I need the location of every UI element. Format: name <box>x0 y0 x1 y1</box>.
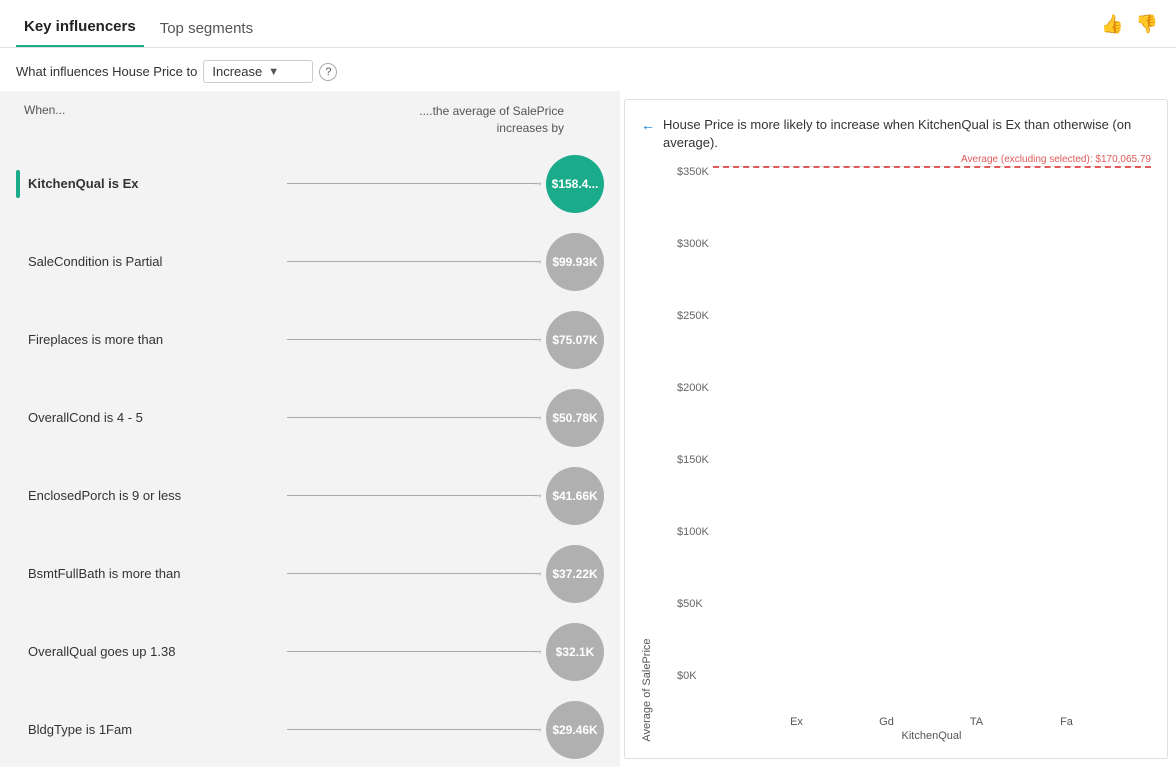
right-panel: ← House Price is more likely to increase… <box>624 99 1168 759</box>
influencer-item[interactable]: SaleCondition is Partial $99.93K <box>12 223 608 301</box>
influencer-bubble: $75.07K <box>546 311 604 369</box>
influence-dropdown[interactable]: Increase ▼ <box>203 60 313 83</box>
y-tick-label: $200K <box>677 382 709 394</box>
content-area: When... ....the average of SalePrice inc… <box>0 91 1176 767</box>
influencer-item[interactable]: OverallQual goes up 1.38 $32.1K <box>12 613 608 691</box>
item-line <box>287 495 538 496</box>
influencer-label: SaleCondition is Partial <box>28 254 279 269</box>
item-line <box>287 183 538 184</box>
active-indicator <box>16 170 20 198</box>
influencer-item[interactable]: BldgType is 1Fam $29.46K <box>12 691 608 767</box>
influencer-label: Fireplaces is more than <box>28 332 279 347</box>
influencer-bubble: $158.4... <box>546 155 604 213</box>
increases-label: ....the average of SalePrice increases b… <box>419 103 604 137</box>
question-prefix: What influences House Price to <box>16 64 197 79</box>
x-tick-label: Ex <box>767 716 827 728</box>
influencer-label: EnclosedPorch is 9 or less <box>28 488 279 503</box>
item-line <box>287 729 538 730</box>
x-tick-label: TA <box>947 716 1007 728</box>
influencer-bubble: $29.46K <box>546 701 604 759</box>
influencer-label: BsmtFullBath is more than <box>28 566 279 581</box>
x-axis-labels: Ex Gd TA Fa <box>712 712 1151 728</box>
item-line <box>287 339 538 340</box>
dropdown-value: Increase <box>212 64 262 79</box>
chart-area: Average (excluding selected): $170,065.7… <box>712 166 1151 167</box>
right-panel-header: ← House Price is more likely to increase… <box>641 116 1151 152</box>
influencer-bubble: $99.93K <box>546 233 604 291</box>
subtitle-row: What influences House Price to Increase … <box>0 48 1176 91</box>
item-line <box>287 573 538 574</box>
influencer-bubble: $50.78K <box>546 389 604 447</box>
item-line <box>287 417 538 418</box>
influencer-bubble: $37.22K <box>546 545 604 603</box>
influencer-bubble: $32.1K <box>546 623 604 681</box>
chart-container: Average of SalePrice $350K $300K $250K $200… <box>641 166 1151 742</box>
influencer-item[interactable]: OverallCond is 4 - 5 $50.78K <box>12 379 608 457</box>
main-container: Key influencers Top segments 👍 👎 What in… <box>0 0 1176 767</box>
influencer-list: KitchenQual is Ex $158.4... SaleConditio… <box>0 145 620 767</box>
thumbs-up-button[interactable]: 👍 <box>1099 12 1125 37</box>
influencer-bubble: $41.66K <box>546 467 604 525</box>
influencer-label: KitchenQual is Ex <box>28 176 279 191</box>
influencer-label: OverallQual goes up 1.38 <box>28 644 279 659</box>
influencer-item[interactable]: Fireplaces is more than $75.07K <box>12 301 608 379</box>
chevron-down-icon: ▼ <box>268 66 279 78</box>
average-line-label: Average (excluding selected): $170,065.7… <box>961 154 1151 165</box>
x-tick-label: Gd <box>857 716 917 728</box>
influencer-item[interactable]: BsmtFullBath is more than $37.22K <box>12 535 608 613</box>
y-tick-label: $150K <box>677 454 709 466</box>
y-tick-label: $250K <box>677 310 709 322</box>
y-tick-label: $300K <box>677 238 709 250</box>
when-label: When... <box>24 103 65 137</box>
influencer-label: BldgType is 1Fam <box>28 722 279 737</box>
influencer-item[interactable]: KitchenQual is Ex $158.4... <box>12 145 608 223</box>
item-line <box>287 261 538 262</box>
x-tick-label: Fa <box>1037 716 1097 728</box>
thumbs-down-button[interactable]: 👎 <box>1134 12 1160 37</box>
y-axis-label: Average of SalePrice <box>641 166 653 742</box>
y-tick-label: $0K <box>677 670 709 682</box>
left-header: When... ....the average of SalePrice inc… <box>0 91 620 145</box>
back-arrow[interactable]: ← <box>641 117 655 133</box>
item-line <box>287 651 538 652</box>
average-line: Average (excluding selected): $170,065.7… <box>713 166 1151 168</box>
tab-actions: 👍 👎 <box>1099 12 1160 37</box>
tab-key-influencers[interactable]: Key influencers <box>16 12 144 47</box>
influencer-item[interactable]: EnclosedPorch is 9 or less $41.66K <box>12 457 608 535</box>
left-panel: When... ....the average of SalePrice inc… <box>0 91 620 767</box>
x-axis-title: KitchenQual <box>712 730 1151 742</box>
y-tick-label: $100K <box>677 526 709 538</box>
right-panel-title: House Price is more likely to increase w… <box>663 116 1151 152</box>
y-axis-labels: $350K $300K $250K $200K $150K $100K $50K $0K <box>677 166 709 682</box>
tabs-row: Key influencers Top segments 👍 👎 <box>0 0 1176 48</box>
help-icon[interactable]: ? <box>319 63 337 81</box>
y-tick-label: $350K <box>677 166 709 178</box>
tab-top-segments[interactable]: Top segments <box>152 14 261 47</box>
influencer-label: OverallCond is 4 - 5 <box>28 410 279 425</box>
y-tick-label: $50K <box>677 598 709 610</box>
